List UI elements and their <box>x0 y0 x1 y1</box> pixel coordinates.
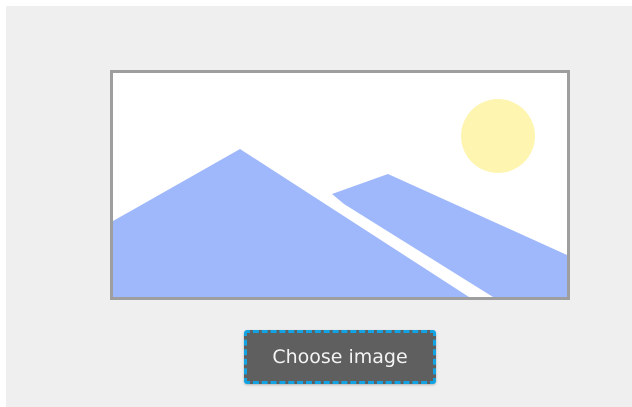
image-upload-panel: Choose image <box>6 6 632 407</box>
image-placeholder-frame <box>110 70 570 300</box>
landscape-image-placeholder-icon <box>113 73 567 297</box>
sun-shape <box>461 99 535 173</box>
choose-image-button[interactable]: Choose image <box>244 330 436 384</box>
